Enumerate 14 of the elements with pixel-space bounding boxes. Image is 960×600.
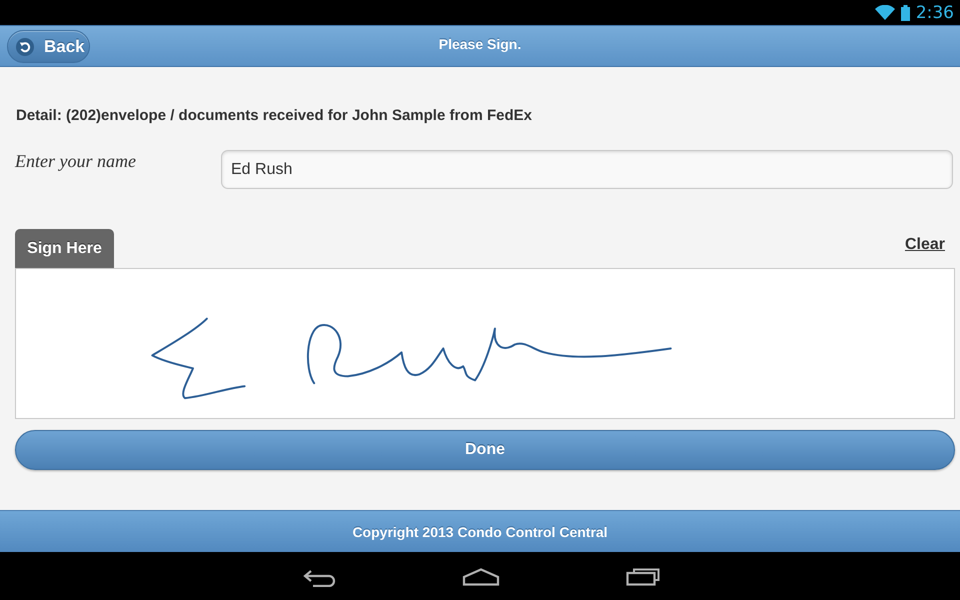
clock-time: 2:36: [916, 2, 954, 22]
back-icon[interactable]: [303, 569, 337, 587]
recent-apps-icon[interactable]: [626, 568, 660, 586]
back-button[interactable]: Back: [7, 30, 90, 63]
battery-icon: [900, 4, 910, 20]
name-input-field[interactable]: Ed Rush: [221, 150, 953, 189]
detail-text: Detail: (202)envelope / documents received for John Sample from FedEx: [16, 106, 532, 126]
page-title: Please Sign.: [438, 36, 522, 52]
copyright-text: Copyright 2013 Condo Control Central: [352, 524, 608, 540]
wifi-icon: [874, 5, 895, 20]
clear-link[interactable]: Clear: [904, 236, 945, 254]
name-label: Enter your name: [15, 150, 137, 172]
signature-pad-label: Sign Here: [15, 229, 114, 268]
home-icon[interactable]: [462, 568, 500, 586]
